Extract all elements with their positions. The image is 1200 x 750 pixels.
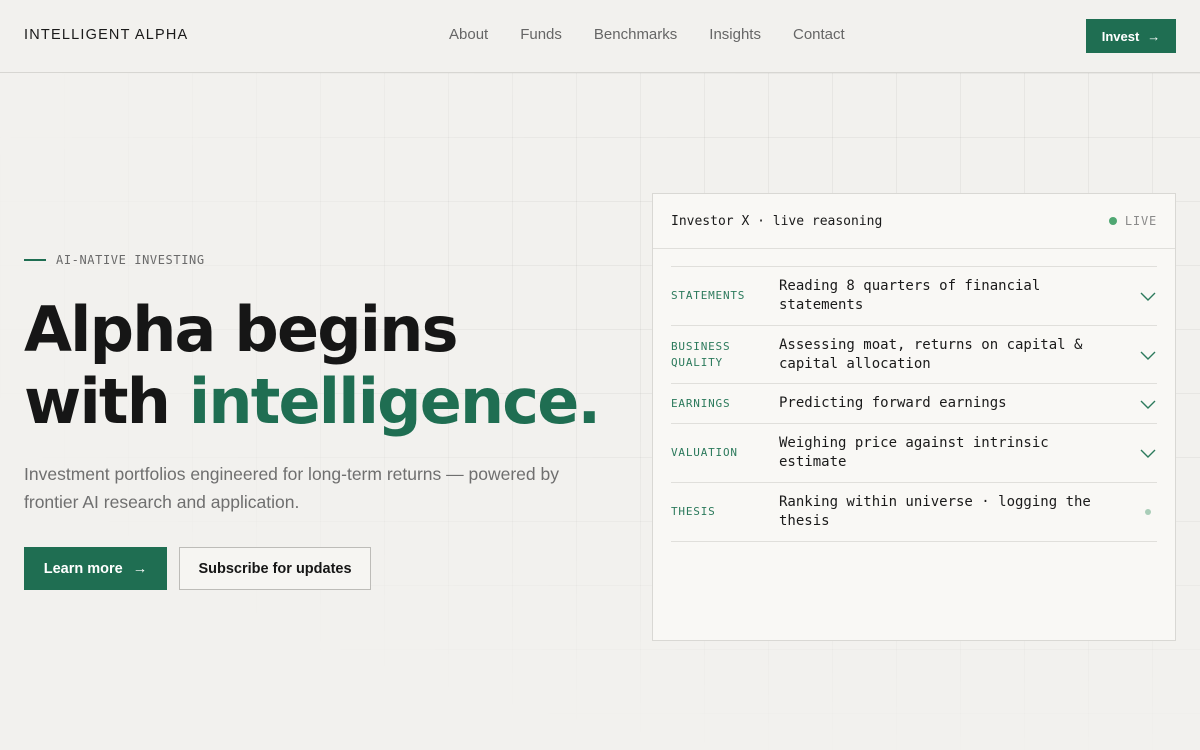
step-row-thesis: THESIS Ranking within universe · logging… <box>671 483 1157 542</box>
hero-lede: Investment portfolios engineered for lon… <box>24 464 559 512</box>
nav-funds[interactable]: Funds <box>520 26 562 43</box>
pending-dot-icon <box>1145 509 1151 515</box>
nav-about[interactable]: About <box>449 26 488 43</box>
subscribe-button[interactable]: Subscribe for updates <box>179 547 371 590</box>
live-status: LIVE <box>1124 214 1157 228</box>
step-row-business-quality[interactable]: BUSINESS QUALITY Assessing moat, returns… <box>671 326 1157 384</box>
arrow-right-icon: → <box>1147 28 1161 44</box>
step-row-valuation[interactable]: VALUATION Weighing price against intrins… <box>671 424 1157 483</box>
step-row-earnings[interactable]: EARNINGS Predicting forward earnings <box>671 384 1157 424</box>
arrow-right-icon: → <box>132 560 148 577</box>
cta-row: Learn more → Subscribe for updates <box>24 547 371 590</box>
invest-button[interactable]: Invest → <box>1086 19 1176 53</box>
step-label: STATEMENTS <box>671 289 746 302</box>
reasoning-panel: Investor X · live reasoning LIVE STATEME… <box>652 193 1176 641</box>
step-row-statements[interactable]: STATEMENTS Reading 8 quarters of financi… <box>671 267 1157 326</box>
eyebrow-line <box>24 259 46 261</box>
step-description: Ranking within universe · logging the th… <box>779 494 1091 529</box>
invest-button-label: Invest <box>1101 28 1140 44</box>
chevron-down-icon[interactable] <box>1139 447 1157 459</box>
chevron-down-icon[interactable] <box>1139 290 1157 302</box>
eyebrow-text: AI-NATIVE INVESTING <box>56 253 205 267</box>
live-dot-icon <box>1108 217 1117 225</box>
chevron-down-icon[interactable] <box>1139 349 1157 361</box>
step-description: Predicting forward earnings <box>779 395 1007 411</box>
step-label: BUSINESS QUALITY <box>671 339 731 369</box>
panel-title: Investor X · live reasoning <box>671 213 883 229</box>
step-label: VALUATION <box>671 446 738 459</box>
learn-more-label: Learn more <box>43 560 123 577</box>
panel-header: Investor X · live reasoning LIVE <box>653 194 1175 249</box>
nav-contact[interactable]: Contact <box>793 26 845 43</box>
hero-title-line1: Alpha begins <box>24 293 458 366</box>
step-description: Weighing price against intrinsic estimat… <box>779 435 1049 470</box>
logo[interactable]: INTELLIGENT ALPHA <box>24 27 188 43</box>
hero-title: Alpha begins with intelligence. <box>24 293 601 438</box>
hero-title-line2-plain: with <box>24 365 189 438</box>
step-description: Assessing moat, returns on capital & cap… <box>779 336 1083 372</box>
site-header: INTELLIGENT ALPHA About Funds Benchmarks… <box>0 0 1200 73</box>
nav-insights[interactable]: Insights <box>709 26 761 43</box>
main-nav: About Funds Benchmarks Insights Contact <box>449 26 845 43</box>
eyebrow: AI-NATIVE INVESTING <box>24 253 205 267</box>
step-label: THESIS <box>671 505 716 518</box>
learn-more-button[interactable]: Learn more → <box>24 547 167 590</box>
step-label: EARNINGS <box>671 396 731 410</box>
chevron-down-icon[interactable] <box>1139 398 1157 410</box>
live-badge: LIVE <box>1108 214 1157 228</box>
step-description: Reading 8 quarters of financial statemen… <box>779 278 1041 313</box>
nav-benchmarks[interactable]: Benchmarks <box>594 26 677 43</box>
reasoning-steps: STATEMENTS Reading 8 quarters of financi… <box>671 266 1157 542</box>
hero-title-accent: intelligence. <box>188 365 601 438</box>
